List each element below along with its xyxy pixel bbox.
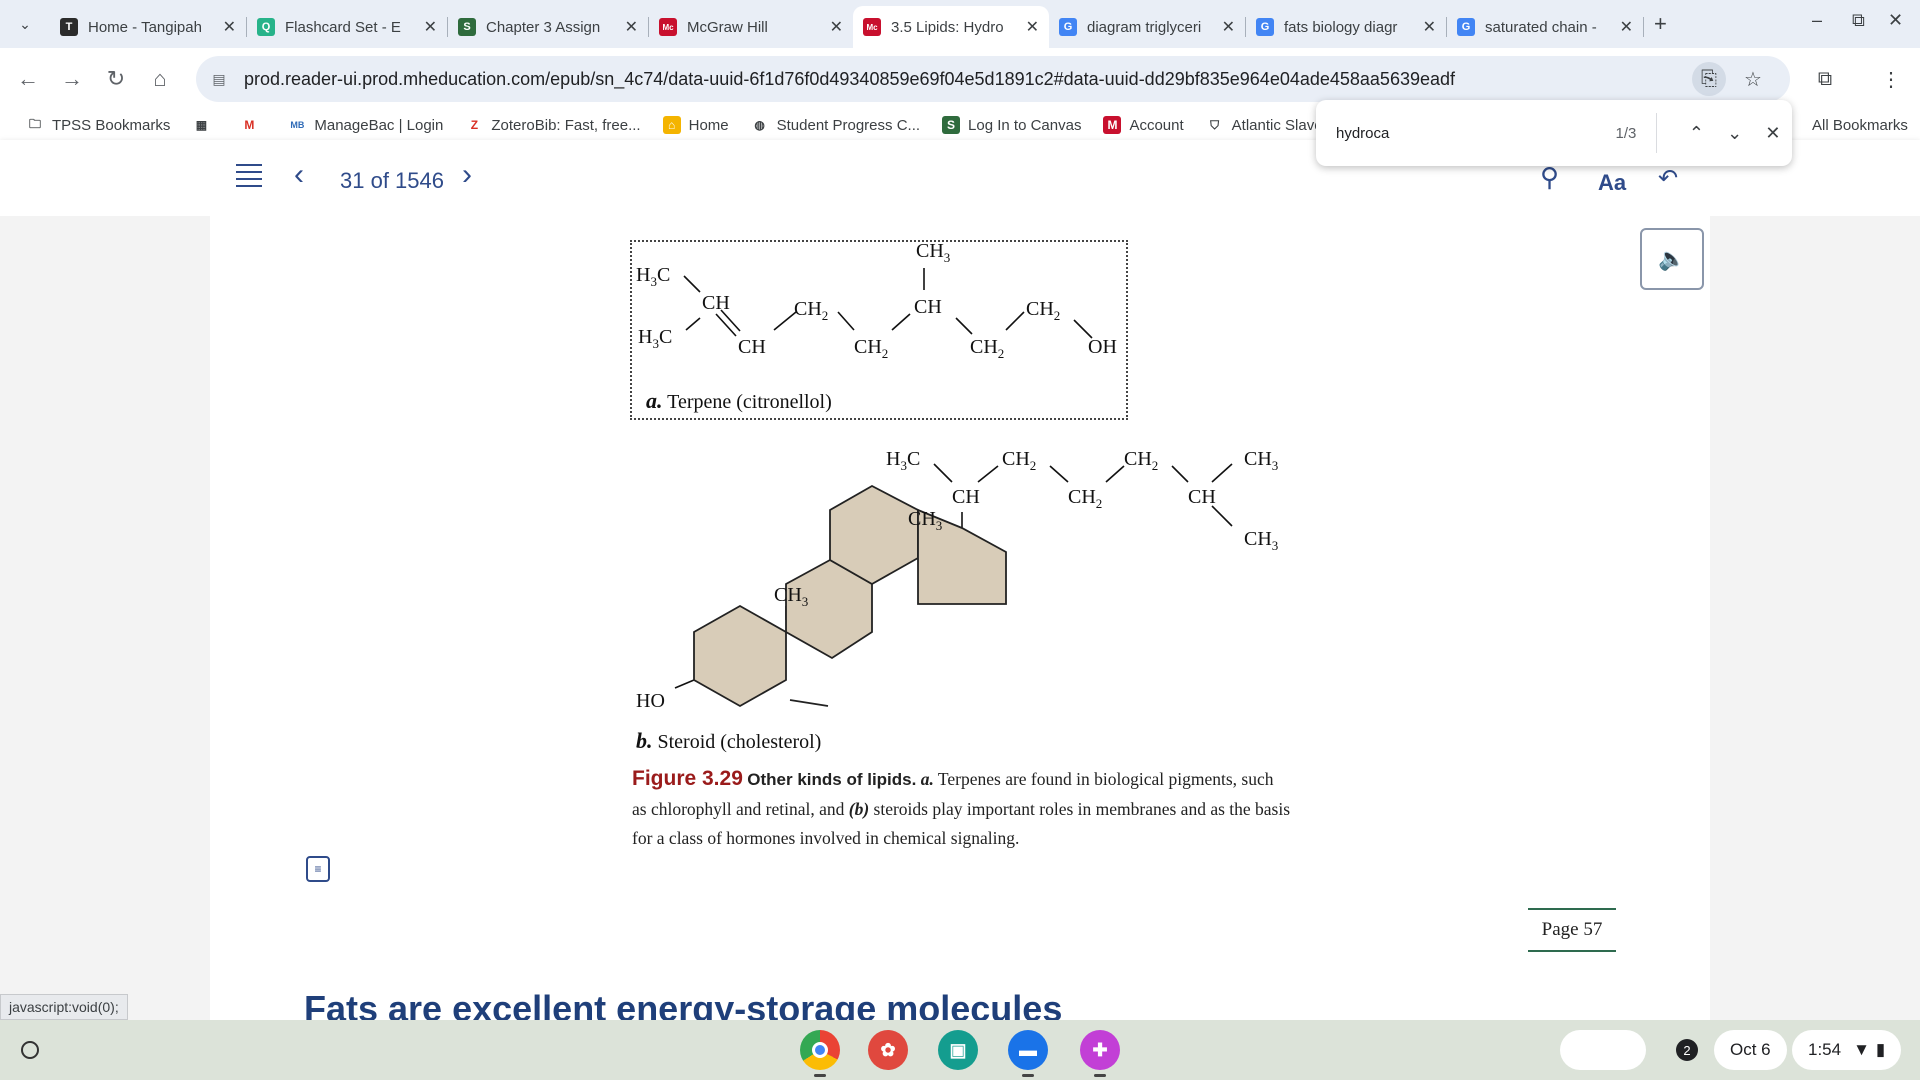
- terpene-ch2-4: CH2: [1026, 298, 1061, 323]
- launcher-icon[interactable]: [12, 1032, 48, 1068]
- battery-icon: ▮: [1875, 1040, 1886, 1059]
- steroid-ch3-top: CH3: [1244, 448, 1279, 473]
- notification-count: 2: [1676, 1039, 1698, 1061]
- terpene-ch2-1: CH2: [794, 298, 829, 323]
- clock-time: 1:54: [1808, 1040, 1842, 1059]
- terpene-ch-2: CH: [738, 336, 766, 358]
- terpene-ch-3: CH: [914, 296, 942, 318]
- terpene-figure-label: a. Terpene (citronellol): [646, 388, 832, 414]
- steroid-ho: HO: [636, 690, 665, 712]
- figure-letter-a: a.: [646, 388, 663, 413]
- structure-bonds: [674, 268, 1233, 708]
- terpene-h3c-top: H3C: [636, 264, 671, 289]
- tote-holding-space-icon[interactable]: [1560, 1030, 1646, 1070]
- figure-title: Other kinds of lipids.: [747, 770, 917, 789]
- files-icon[interactable]: ▬: [1008, 1030, 1048, 1070]
- classroom-icon[interactable]: ▣: [938, 1030, 978, 1070]
- steroid-ch3-methyl-1: CH3: [908, 508, 943, 533]
- double-bond: [789, 699, 829, 707]
- steroid-label-text: Steroid (cholesterol): [657, 731, 822, 753]
- steroid-ch2-2: CH2: [1068, 486, 1103, 511]
- steroid-ch-1: CH: [952, 486, 980, 508]
- running-indicator: [1022, 1074, 1034, 1077]
- screencast-icon[interactable]: ✚: [1080, 1030, 1120, 1070]
- chrome-icon[interactable]: [800, 1030, 840, 1070]
- terpene-ch3: CH3: [916, 240, 951, 265]
- terpene-ch2-3: CH2: [970, 336, 1005, 361]
- steroid-ch3-bottom: CH3: [1244, 528, 1279, 553]
- steroid-ch2-1: CH2: [1002, 448, 1037, 473]
- date-text: Oct 6: [1730, 1040, 1771, 1059]
- terpene-oh: OH: [1088, 336, 1117, 358]
- wifi-icon: ▼: [1853, 1040, 1870, 1059]
- status-link-preview: javascript:void(0);: [0, 994, 128, 1020]
- figure-letter-b: b.: [636, 728, 653, 753]
- running-indicator: [1094, 1074, 1106, 1077]
- caption-letter-a: a.: [920, 769, 934, 789]
- steroid-ch-2: CH: [1188, 486, 1216, 508]
- terpene-ch2-2: CH2: [854, 336, 889, 361]
- steroid-ch3-methyl-2: CH3: [774, 584, 809, 609]
- steroid-figure-label: b. Steroid (cholesterol): [636, 728, 821, 754]
- notification-badge[interactable]: 2: [1660, 1030, 1714, 1070]
- terpene-label-text: Terpene (citronellol): [667, 391, 832, 413]
- steroid-h3c: H3C: [886, 448, 921, 473]
- date-tray[interactable]: Oct 6: [1714, 1030, 1787, 1070]
- status-area[interactable]: 1:54 ▼ ▮: [1792, 1030, 1902, 1070]
- terpene-h3c-bottom: H3C: [638, 326, 673, 351]
- canvas-app-icon[interactable]: ✿: [868, 1030, 908, 1070]
- running-indicator: [814, 1074, 826, 1077]
- caption-letter-b: (b): [848, 798, 870, 819]
- page-number: Page 57: [1528, 908, 1616, 952]
- os-shelf: ✿ ▣ ▬ ✚ 2 Oct 6 1:54 ▼ ▮: [0, 1020, 1920, 1080]
- terpene-ch-1: CH: [702, 292, 730, 314]
- steroid-ch2-3: CH2: [1124, 448, 1159, 473]
- figure-caption: Figure 3.29 Other kinds of lipids. a. Te…: [632, 764, 1292, 854]
- figure-number: Figure 3.29: [632, 767, 743, 790]
